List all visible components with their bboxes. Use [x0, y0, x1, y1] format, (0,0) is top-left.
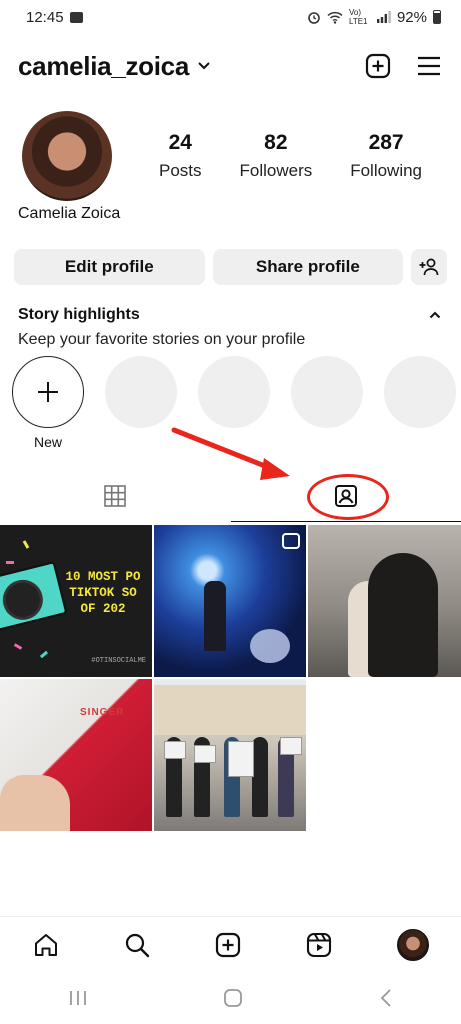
wifi-icon [327, 11, 343, 24]
recents-icon [69, 991, 86, 1005]
profile-buttons: Edit profile Share profile [14, 249, 447, 285]
tagged-posts-grid: 10 MOST PO TIKTOK SO OF 202 #OTINSOCIALM… [0, 525, 461, 831]
battery-icon [433, 10, 441, 24]
grid-post-1[interactable]: 10 MOST PO TIKTOK SO OF 202 #OTINSOCIALM… [0, 525, 152, 677]
person [368, 553, 438, 677]
share-profile-button[interactable]: Share profile [212, 249, 404, 285]
stat-following[interactable]: 287 Following [350, 131, 422, 181]
protest-sign [280, 737, 302, 755]
confetti [22, 540, 30, 549]
new-highlight-button[interactable] [12, 356, 84, 428]
status-bar: 12:45 Vo) LTE1 92% [0, 0, 461, 34]
stat-label: Posts [158, 161, 202, 180]
nav-create[interactable] [215, 932, 241, 958]
highlights-title: Story highlights [18, 306, 140, 323]
create-icon [215, 932, 240, 957]
building [154, 685, 306, 735]
stat-posts[interactable]: 24 Posts [159, 131, 202, 181]
placeholder-circle [198, 356, 270, 428]
stat-value: 82 [264, 131, 288, 154]
stat-label: Followers [239, 161, 313, 180]
person [252, 737, 268, 817]
stat-label: Following [350, 161, 423, 180]
stat-followers[interactable]: 82 Followers [239, 131, 312, 181]
confetti [6, 561, 14, 564]
home-system-button[interactable] [223, 988, 243, 1008]
network-label: Vo) LTE1 [348, 8, 368, 26]
nav-search[interactable] [124, 932, 150, 958]
grid-post-5[interactable] [154, 679, 306, 831]
status-right: Vo) LTE1 92% [307, 8, 441, 26]
bottom-navigation [0, 916, 461, 972]
performer [204, 581, 226, 651]
hand [0, 775, 70, 831]
post-caption-text: 10 MOST PO TIKTOK SO OF 202 [65, 570, 141, 616]
highlights-subtitle: Keep your favorite stories on your profi… [18, 331, 306, 348]
new-highlight-label: New [33, 434, 62, 450]
menu-button[interactable] [417, 55, 441, 77]
placeholder-circle [105, 356, 177, 428]
gallery-notification-icon [69, 11, 83, 23]
highlight-placeholder [384, 356, 456, 450]
protest-sign [228, 741, 254, 777]
chevron-down-icon [198, 62, 210, 70]
reels-icon [306, 932, 331, 957]
placeholder-circle [291, 356, 363, 428]
profile-stats: 24 Posts 82 Followers 287 Following [140, 131, 441, 181]
grid-post-4[interactable]: SINGER [0, 679, 152, 831]
tab-posts-grid[interactable] [0, 470, 231, 522]
create-button[interactable] [365, 53, 391, 79]
stat-value: 24 [168, 131, 192, 154]
home-icon [34, 933, 57, 956]
profile-summary: 24 Posts 82 Followers 287 Following [22, 110, 441, 202]
tab-tagged[interactable] [230, 470, 461, 522]
reel-badge-icon [282, 533, 300, 549]
drum-kit [250, 629, 290, 663]
protest-sign [164, 741, 186, 759]
grid-icon [104, 485, 127, 507]
nav-home[interactable] [33, 932, 59, 958]
nav-profile[interactable] [396, 928, 429, 961]
battery-percent: 92% [396, 8, 427, 26]
system-navigation [0, 972, 461, 1024]
menu-icon [418, 56, 440, 76]
back-icon [380, 989, 391, 1007]
status-time: 12:45 [26, 8, 64, 26]
profile-tabs [0, 470, 461, 522]
home-circle-icon [224, 989, 243, 1007]
nav-reels[interactable] [306, 932, 332, 958]
highlight-placeholder [291, 356, 363, 450]
machine-brand-text: SINGER [80, 707, 125, 718]
username: camelia_zoica [18, 50, 189, 81]
recents-button[interactable] [68, 989, 88, 1007]
display-name: Camelia Zoica [18, 205, 121, 222]
create-plus-icon [365, 53, 391, 79]
confetti [13, 643, 23, 650]
back-button[interactable] [379, 988, 393, 1008]
avatar[interactable] [22, 111, 112, 201]
profile-header: camelia_zoica [18, 46, 441, 86]
status-left: 12:45 [26, 9, 83, 26]
protest-sign [194, 745, 216, 763]
placeholder-circle [384, 356, 456, 428]
signal-icon [376, 11, 391, 23]
edit-profile-button[interactable]: Edit profile [14, 249, 205, 285]
stat-value: 287 [368, 131, 404, 154]
alarm-icon [308, 12, 320, 24]
add-person-icon [419, 258, 439, 276]
header-actions [365, 53, 441, 79]
annotation-circle [306, 474, 389, 520]
account-switcher[interactable]: camelia_zoica [18, 51, 211, 82]
post-footer-text: #OTINSOCIALME [91, 657, 146, 665]
search-icon [125, 933, 149, 957]
grid-post-3[interactable] [308, 525, 461, 677]
highlight-new[interactable]: New [12, 356, 84, 450]
discover-people-button[interactable] [411, 249, 447, 285]
plus-icon [38, 382, 58, 402]
confetti [39, 650, 49, 659]
story-highlights-header: Story highlights Keep your favorite stor… [18, 306, 441, 349]
chevron-up-icon[interactable] [429, 311, 441, 319]
profile-avatar [396, 928, 429, 961]
grid-post-2[interactable] [154, 525, 306, 677]
